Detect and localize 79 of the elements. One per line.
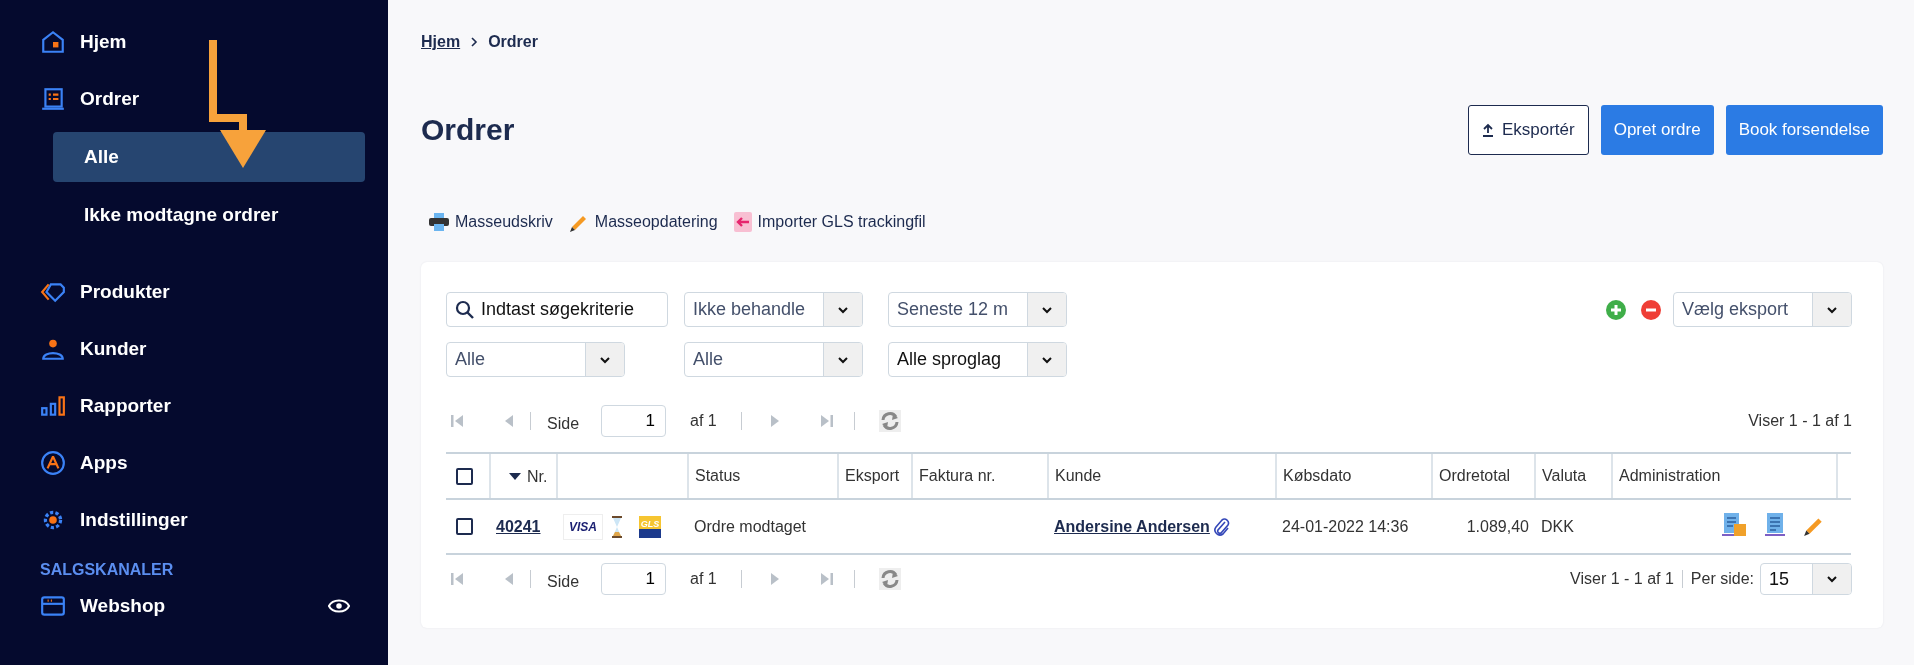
action-button[interactable]: Book forsendelse bbox=[1725, 105, 1883, 155]
receipt-icon[interactable] bbox=[1763, 511, 1787, 538]
page-label: Side bbox=[547, 415, 580, 433]
order-link[interactable]: 40241 bbox=[496, 517, 541, 535]
page-number-field[interactable]: 1 bbox=[601, 563, 667, 595]
action-button[interactable]: Opret ordre bbox=[1600, 105, 1714, 155]
apps-icon bbox=[40, 450, 66, 476]
first-page-icon[interactable] bbox=[450, 413, 464, 429]
sidebar-subitem[interactable]: Alle bbox=[53, 132, 365, 182]
action-button[interactable]: Eksportér bbox=[1467, 105, 1589, 155]
hourglass-icon bbox=[611, 515, 623, 538]
column-header[interactable]: Kunde bbox=[1055, 467, 1102, 485]
next-page-icon[interactable] bbox=[769, 571, 780, 587]
column-header[interactable]: Status bbox=[695, 467, 741, 485]
sidebar-item[interactable]: Rapporter bbox=[40, 390, 388, 422]
section-heading: SALGSKANALER bbox=[40, 561, 175, 579]
sidebar-item[interactable]: Apps bbox=[40, 447, 388, 479]
column-header[interactable]: Købsdato bbox=[1283, 467, 1352, 485]
page-number-field[interactable]: 1 bbox=[601, 405, 667, 437]
add-icon[interactable] bbox=[1606, 299, 1626, 320]
refresh-icon[interactable] bbox=[878, 568, 901, 590]
page-title: Ordrer bbox=[421, 113, 516, 147]
paperclip-icon[interactable] bbox=[1212, 516, 1231, 537]
chevron-right-icon bbox=[470, 36, 479, 48]
store-icon bbox=[40, 593, 66, 619]
refresh-icon[interactable] bbox=[878, 410, 901, 432]
date-text: 24-01-2022 14:36 bbox=[1282, 517, 1409, 535]
import-icon bbox=[733, 212, 752, 232]
select-all-checkbox[interactable] bbox=[456, 467, 473, 485]
invoice-box-icon[interactable] bbox=[1721, 511, 1747, 538]
sidebar-subitem[interactable]: Ikke modtagne ordrer bbox=[53, 190, 365, 240]
sidebar-item[interactable]: Hjem bbox=[40, 26, 388, 58]
house-icon bbox=[40, 29, 66, 55]
last-page-icon[interactable] bbox=[819, 571, 834, 587]
remove-icon[interactable] bbox=[1641, 299, 1661, 320]
previous-page-icon[interactable] bbox=[504, 413, 514, 429]
dropdown[interactable]: Alle bbox=[684, 342, 863, 377]
toolbar-action[interactable]: Masseudskriv bbox=[429, 213, 553, 231]
sidebar-item[interactable]: Produkter bbox=[40, 276, 388, 308]
breadcrumb-link[interactable]: Hjem bbox=[421, 33, 461, 51]
currency-text: DKK bbox=[1541, 517, 1574, 535]
dropdown[interactable]: Ikke behandle bbox=[684, 292, 863, 327]
page-count: af 1 bbox=[690, 570, 717, 588]
record-count: Viser 1 - 1 af 1 bbox=[1748, 412, 1852, 430]
dropdown[interactable]: Vælg eksport bbox=[1673, 292, 1852, 327]
card-logo: VISA bbox=[563, 513, 603, 540]
dropdown[interactable]: Alle sproglag bbox=[888, 342, 1067, 377]
toolbar-action[interactable]: Masseopdatering bbox=[568, 212, 718, 232]
sidebar-item[interactable]: Kunder bbox=[40, 333, 388, 365]
row-checkbox[interactable] bbox=[456, 518, 473, 535]
page-label: Side bbox=[547, 573, 580, 591]
page-count: af 1 bbox=[690, 412, 717, 430]
toolbar-action[interactable]: Importer GLS trackingfil bbox=[733, 212, 926, 232]
search-field[interactable]: Indtast søgekriterie bbox=[446, 292, 668, 327]
status-text: Ordre modtaget bbox=[694, 517, 807, 535]
customer-link[interactable]: Andersine Andersen bbox=[1054, 517, 1210, 536]
per-page-label: Per side: bbox=[1690, 570, 1754, 588]
previous-page-icon[interactable] bbox=[504, 571, 514, 587]
bar-chart-icon bbox=[40, 393, 66, 419]
carrier-logo: GLS bbox=[639, 515, 661, 538]
chevron-down-icon bbox=[1826, 573, 1838, 585]
search-icon bbox=[455, 299, 475, 320]
sidebar-item[interactable]: Ordrer bbox=[40, 83, 388, 115]
dropdown[interactable]: Seneste 12 m bbox=[888, 292, 1067, 327]
printer-icon bbox=[429, 213, 449, 231]
sidebar-item[interactable]: Webshop bbox=[80, 595, 314, 617]
breadcrumb-current: Ordrer bbox=[488, 33, 538, 51]
amount-text: 1.089,40 bbox=[1466, 517, 1529, 535]
upload-icon bbox=[1481, 123, 1494, 137]
record-count: Viser 1 - 1 af 1 bbox=[1570, 570, 1674, 588]
list-icon bbox=[40, 86, 66, 112]
column-header[interactable]: Administration bbox=[1619, 467, 1721, 485]
dropdown[interactable]: Alle bbox=[446, 342, 625, 377]
last-page-icon[interactable] bbox=[819, 413, 834, 429]
sidebar-item[interactable]: Indstillinger bbox=[40, 504, 388, 536]
sort-descending-icon bbox=[509, 473, 521, 481]
per-page-dropdown[interactable]: 15 bbox=[1760, 563, 1852, 595]
next-page-icon[interactable] bbox=[769, 413, 780, 429]
first-page-icon[interactable] bbox=[450, 571, 464, 587]
